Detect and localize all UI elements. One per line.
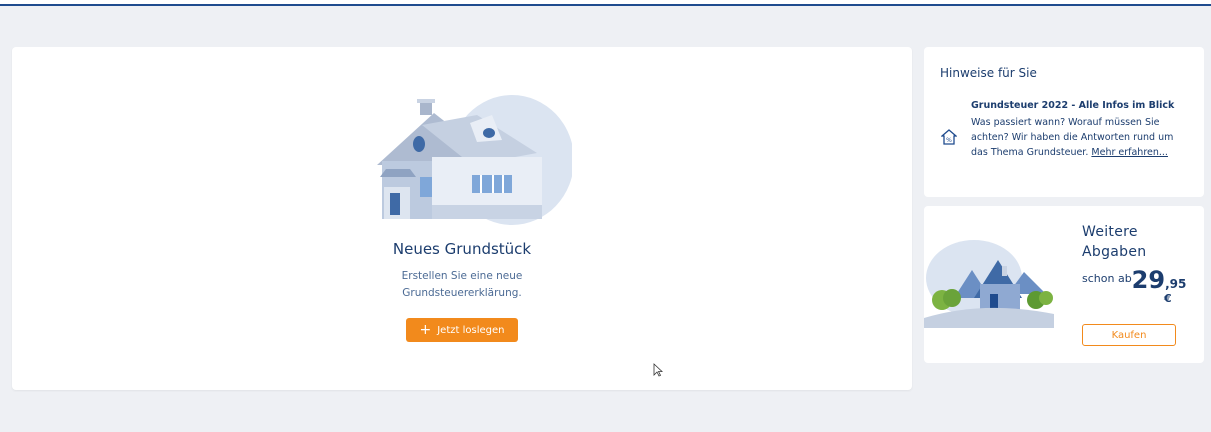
price-currency: € [1164,292,1172,305]
house-percent-icon: % [941,129,957,145]
buy-button[interactable]: Kaufen [1082,324,1176,346]
new-property-description: Erstellen Sie eine neue Grundsteuererklä… [401,270,523,299]
plus-icon: + [419,322,432,338]
new-property-card: Neues Grundstück Erstellen Sie eine neue… [12,47,912,390]
svg-text:%: % [946,137,952,144]
price-cents: ,95 [1165,277,1187,291]
houses-illustration [924,240,1054,328]
mouse-pointer-icon [653,363,663,377]
top-header-bar [0,0,1211,6]
hint-item-body: Was passiert wann? Worauf müssen Sie ach… [971,115,1191,160]
price-prefix: schon ab [1082,272,1132,285]
hints-heading: Hinweise für Sie [940,66,1037,80]
promo-title: Weitere Abgaben [1082,224,1147,260]
start-now-button[interactable]: + Jetzt loslegen [406,318,518,342]
new-property-title: Neues Grundstück [392,240,532,258]
price-whole: 29 [1131,266,1166,294]
promo-price: schon ab29,95 [1082,266,1186,294]
learn-more-link[interactable]: Mehr erfahren... [1091,147,1168,158]
house-illustration [377,95,572,225]
start-now-label: Jetzt loslegen [437,324,505,336]
hints-card: Hinweise für Sie % Grundsteuer 2022 - Al… [924,47,1204,197]
promo-card: Weitere Abgaben schon ab29,95 € Kaufen [924,206,1204,363]
hint-item-title: Grundsteuer 2022 - Alle Infos im Blick [971,100,1175,111]
